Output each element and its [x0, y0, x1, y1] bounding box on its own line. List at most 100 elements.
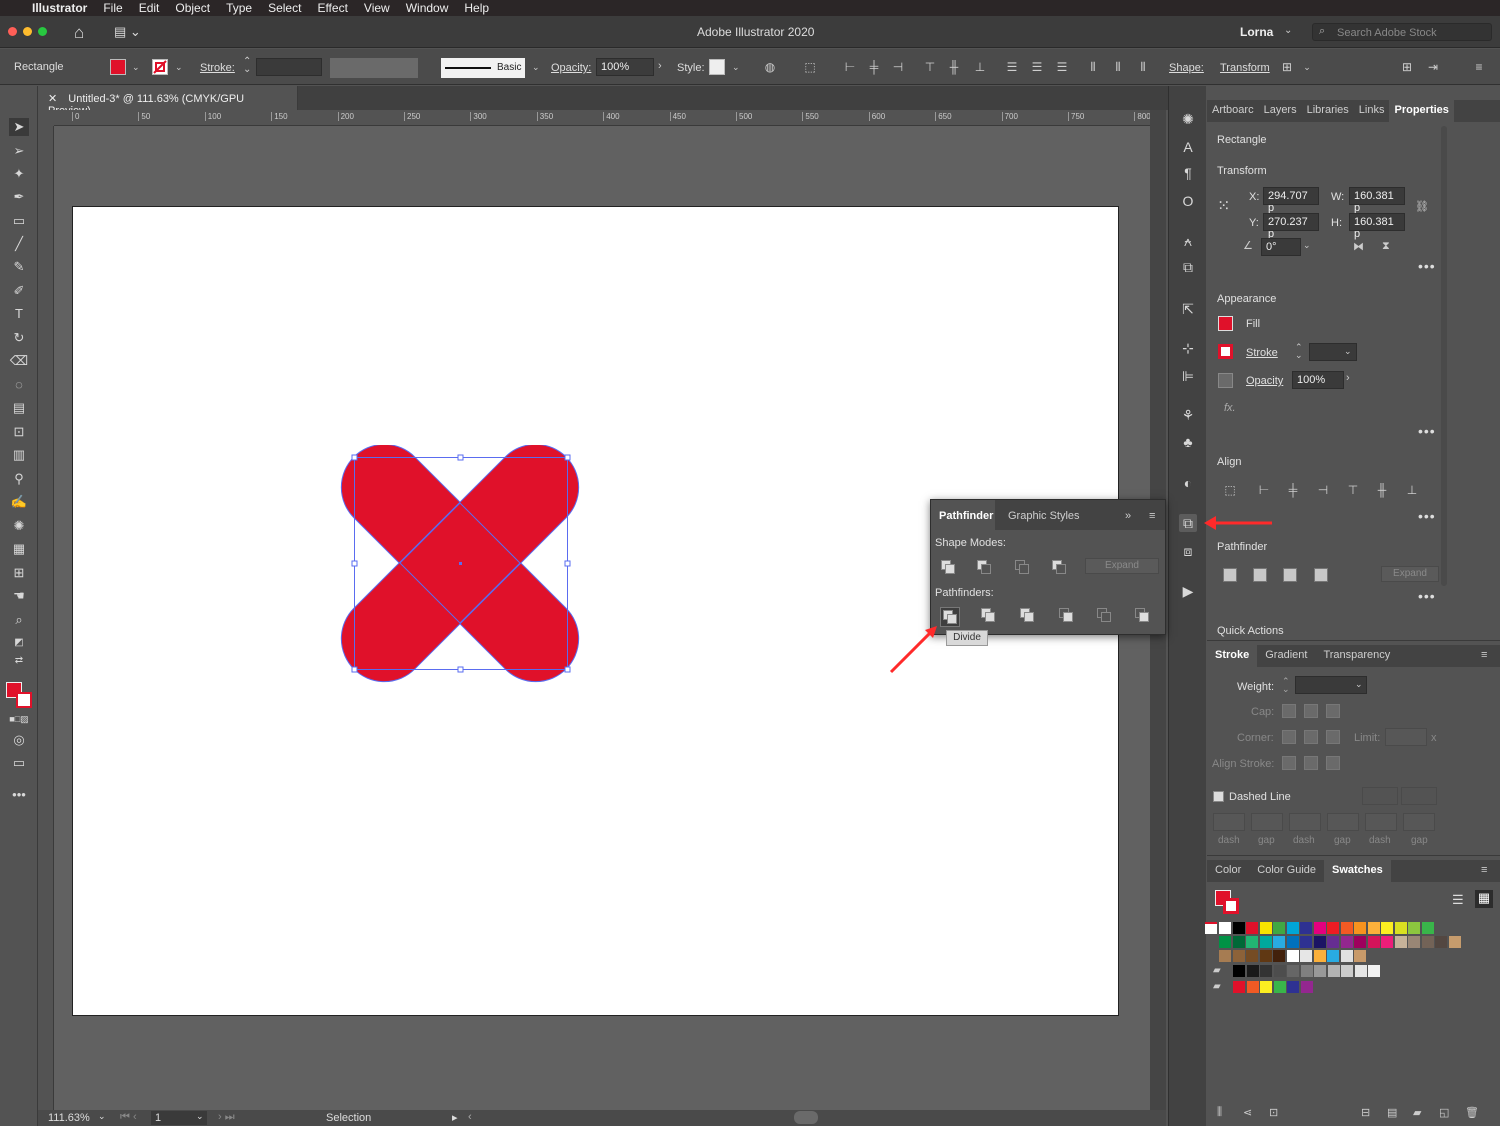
props-scrollbar[interactable] [1441, 126, 1447, 586]
paragraph-panel-icon[interactable]: ¶ [1179, 164, 1197, 182]
color-swatch[interactable] [1300, 965, 1313, 977]
ruler-origin[interactable] [38, 110, 54, 126]
tab-artboards[interactable]: Artboarc [1207, 100, 1259, 122]
status-menu-arrow-icon[interactable]: ▸ [452, 1111, 458, 1124]
bevel-join-icon[interactable] [1326, 730, 1340, 744]
color-mode-icons[interactable]: ■□▨ [9, 710, 29, 728]
color-swatch[interactable] [1219, 936, 1231, 948]
color-swatch[interactable] [1219, 950, 1231, 962]
folder-icon-row5[interactable]: ▰ [1213, 981, 1221, 992]
dash-field-2[interactable] [1289, 813, 1321, 831]
fill-chevron-down-icon[interactable]: ⌄ [132, 62, 140, 73]
distribute-right-icon[interactable]: ⫴ [1136, 60, 1150, 74]
color-swatch[interactable] [1327, 950, 1339, 962]
x-field[interactable]: 294.707 p [1263, 187, 1319, 214]
eraser-tool-icon[interactable]: ⌫ [9, 352, 29, 370]
transform-label[interactable]: Transform [1220, 62, 1270, 74]
rotate-tool-icon[interactable]: ↻ [9, 329, 29, 347]
outline-icon[interactable] [1097, 608, 1115, 626]
show-kinds-icon[interactable]: ⋖ [1243, 1106, 1252, 1119]
delete-swatch-icon[interactable]: 🗑 [1465, 1106, 1479, 1119]
grid-view-icon[interactable]: ▦ [1475, 890, 1493, 908]
menu-object[interactable]: Object [167, 1, 218, 15]
weight-chevron-down-icon[interactable]: ⌄ [1355, 679, 1363, 690]
color-swatch[interactable] [1232, 936, 1245, 948]
intersect-icon[interactable] [1015, 560, 1033, 578]
color-swatch[interactable] [1259, 950, 1272, 962]
color-swatch[interactable] [1246, 922, 1258, 934]
graphic-styles-panel-icon[interactable]: ⧉ [1179, 258, 1197, 276]
transform-options-icon[interactable]: ⊞ [1280, 60, 1294, 74]
color-swatch[interactable] [1327, 936, 1339, 948]
dash-field-3[interactable] [1365, 813, 1397, 831]
pen-tool-icon[interactable]: ✒ [9, 188, 29, 206]
dash-align-icon[interactable] [1401, 787, 1437, 805]
color-swatch[interactable] [1381, 922, 1393, 934]
magic-wand-tool-icon[interactable]: ✦ [9, 165, 29, 183]
color-swatch[interactable] [1286, 950, 1299, 962]
color-group-icon[interactable]: ▤ [1387, 1106, 1397, 1119]
scroll-left-icon[interactable]: ‹ [468, 1111, 472, 1123]
color-swatch[interactable] [1260, 965, 1272, 977]
shape-label[interactable]: Shape: [1169, 62, 1204, 74]
swatch-stroke-icon[interactable] [1223, 898, 1239, 914]
fx-icon[interactable]: fx. [1224, 402, 1236, 414]
limit-field[interactable] [1385, 728, 1427, 746]
user-name[interactable]: Lorna [1240, 25, 1273, 39]
menu-window[interactable]: Window [398, 1, 457, 15]
character-panel-icon[interactable]: A [1179, 138, 1197, 156]
last-artboard-icon[interactable]: › ⏭ [218, 1111, 235, 1124]
props-align-vcenter-icon[interactable]: ╫ [1375, 483, 1389, 497]
column-graph-tool-icon[interactable]: ▦ [9, 540, 29, 558]
minus-back-icon[interactable] [1135, 608, 1153, 626]
hand-tool-icon[interactable]: ☚ [9, 587, 29, 605]
props-align-left-icon[interactable]: ⊢ [1257, 483, 1271, 497]
color-swatch[interactable] [1435, 936, 1447, 948]
list-view-icon[interactable]: ☰ [1452, 892, 1464, 908]
miter-join-icon[interactable] [1282, 730, 1296, 744]
color-panel-icon[interactable]: ✺ [1179, 110, 1197, 128]
props-align-right-icon[interactable]: ⊣ [1316, 483, 1330, 497]
color-swatch[interactable] [1233, 965, 1245, 977]
props-align-to-icon[interactable]: ⬚ [1223, 483, 1237, 497]
align-hcenter-icon[interactable]: ╪ [867, 60, 881, 74]
align-stroke-inside-icon[interactable] [1304, 756, 1318, 770]
stroke-swatch[interactable] [152, 59, 168, 75]
layers-panel-icon[interactable]: ⧈ [1179, 542, 1197, 560]
color-swatch[interactable] [1246, 950, 1258, 962]
menu-help[interactable]: Help [456, 1, 497, 15]
minus-front-icon[interactable] [977, 560, 995, 578]
distribute-left-icon[interactable]: ⫴ [1086, 60, 1100, 74]
dash-field-1[interactable] [1213, 813, 1245, 831]
type-tool-icon[interactable]: T [9, 305, 29, 323]
eyedropper-tool-icon[interactable]: ⚲ [9, 470, 29, 488]
appearance-stroke-chevron-icon[interactable]: ⌄ [1344, 346, 1352, 357]
user-chevron-down-icon[interactable]: ⌄ [1284, 25, 1292, 36]
color-swatch[interactable] [1394, 936, 1407, 948]
color-swatch[interactable] [1246, 981, 1259, 993]
color-swatch[interactable] [1300, 922, 1312, 934]
color-swatch[interactable] [1259, 922, 1272, 934]
color-swatch[interactable] [1300, 936, 1312, 948]
graphic-style-swatch[interactable] [709, 59, 725, 75]
collapse-panel-icon[interactable]: » [1125, 510, 1131, 522]
align-to-icon[interactable]: ⬚ [803, 60, 817, 74]
symbol-sprayer-tool-icon[interactable]: ✺ [9, 517, 29, 535]
color-swatch[interactable] [1314, 965, 1326, 977]
tab-properties[interactable]: Properties [1389, 100, 1454, 122]
appearance-opacity-chevron-icon[interactable]: › [1346, 372, 1350, 384]
appearance-opacity-field[interactable]: 100% [1292, 371, 1344, 389]
search-input[interactable]: Search Adobe Stock [1337, 27, 1437, 39]
color-swatch[interactable] [1340, 950, 1353, 962]
maximize-window-button[interactable] [38, 27, 47, 36]
color-swatch[interactable] [1381, 936, 1393, 948]
recolor-artwork-icon[interactable]: ◍ [763, 60, 777, 74]
color-swatch[interactable] [1273, 936, 1285, 948]
transform-panel-icon[interactable]: ⊹ [1179, 339, 1197, 357]
brush-definition[interactable]: Basic [441, 58, 525, 78]
color-swatch[interactable] [1287, 965, 1299, 977]
props-minus-front-icon[interactable] [1253, 568, 1267, 582]
paintbrush-tool-icon[interactable]: ✎ [9, 258, 29, 276]
w-field[interactable]: 160.381 p [1349, 187, 1405, 214]
color-swatch[interactable] [1313, 936, 1326, 948]
